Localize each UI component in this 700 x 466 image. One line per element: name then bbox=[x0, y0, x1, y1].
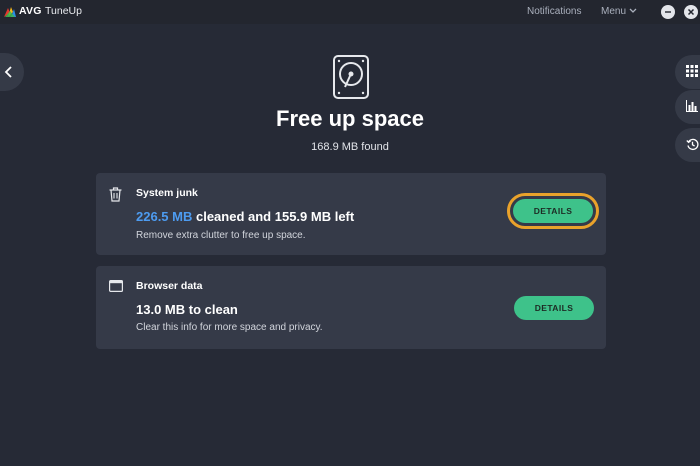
avg-logo-icon bbox=[4, 7, 16, 17]
trash-icon bbox=[109, 187, 122, 202]
close-icon bbox=[687, 8, 695, 16]
system-junk-details-button[interactable]: DETAILS bbox=[513, 199, 593, 223]
card-title: System junk bbox=[136, 187, 198, 199]
chevron-left-icon bbox=[4, 66, 12, 78]
close-button[interactable] bbox=[684, 5, 698, 19]
browser-data-details-button[interactable]: DETAILS bbox=[514, 296, 594, 320]
card-summary: 226.5 MB cleaned and 155.9 MB left bbox=[136, 209, 354, 224]
minimize-icon bbox=[665, 11, 671, 13]
browser-window-icon bbox=[109, 280, 123, 292]
hard-drive-icon bbox=[333, 55, 369, 99]
apps-button[interactable] bbox=[675, 55, 700, 89]
chevron-down-icon[interactable] bbox=[629, 8, 637, 14]
menu-button[interactable]: Menu bbox=[601, 6, 626, 17]
back-button[interactable] bbox=[0, 53, 24, 91]
system-junk-card: System junk 226.5 MB cleaned and 155.9 M… bbox=[96, 173, 606, 255]
cleaned-amount: 226.5 MB bbox=[136, 209, 193, 224]
brand-name: AVG bbox=[19, 5, 42, 17]
card-description: Remove extra clutter to free up space. bbox=[136, 230, 306, 241]
grid-icon bbox=[686, 65, 698, 77]
card-summary: 13.0 MB to clean bbox=[136, 302, 238, 317]
app-name: TuneUp bbox=[45, 5, 82, 17]
page-title: Free up space bbox=[276, 106, 424, 131]
card-title: Browser data bbox=[136, 280, 203, 292]
notifications-link[interactable]: Notifications bbox=[527, 6, 581, 17]
browser-data-card: Browser data 13.0 MB to clean Clear this… bbox=[96, 266, 606, 349]
title-bar: AVG TuneUp Notifications Menu bbox=[0, 0, 700, 24]
space-found-text: 168.9 MB found bbox=[311, 141, 389, 153]
minimize-button[interactable] bbox=[661, 5, 675, 19]
card-summary-rest: cleaned and 155.9 MB left bbox=[192, 209, 355, 224]
card-description: Clear this info for more space and priva… bbox=[136, 322, 323, 333]
